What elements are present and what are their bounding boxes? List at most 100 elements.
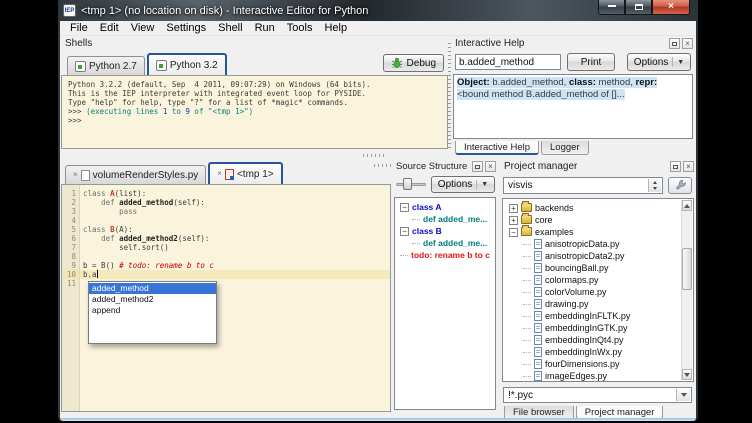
tab-close-icon[interactable]: × <box>73 171 78 179</box>
maximize-button[interactable] <box>625 0 652 15</box>
scrollbar-thumb[interactable] <box>682 248 692 290</box>
tree-expand-icon[interactable]: + <box>509 216 518 225</box>
code-line[interactable]: 8 <box>62 252 390 261</box>
code-line[interactable]: 6 def added_method2(self): <box>62 234 390 243</box>
close-button[interactable]: × <box>652 0 690 15</box>
code-line[interactable]: 1class A(list): <box>62 189 390 198</box>
editor-tab-volumerenderstyles-py[interactable]: ×volumeRenderStyles.py <box>65 165 206 184</box>
slider-handle[interactable] <box>403 178 412 190</box>
tree-collapse-icon[interactable]: − <box>400 227 409 236</box>
folder-row[interactable]: +core <box>503 214 693 226</box>
minimize-button[interactable] <box>598 0 625 15</box>
chevron-down-icon[interactable] <box>676 389 690 401</box>
close-panel-icon[interactable]: × <box>683 161 694 172</box>
float-panel-icon[interactable] <box>670 161 681 172</box>
editor-tab--tmp-1-[interactable]: ×<tmp 1> <box>208 162 282 184</box>
tab-logger[interactable]: Logger <box>541 141 589 155</box>
structure-item[interactable]: −class A <box>395 201 495 213</box>
source-structure-tree[interactable]: −class Adef added_me...−class Bdef added… <box>394 197 496 410</box>
project-config-button[interactable] <box>668 177 692 194</box>
project-selector-combo[interactable]: visvis <box>503 177 663 194</box>
file-row[interactable]: embeddingInGTK.py <box>503 322 693 334</box>
shell-tab-python-2-7[interactable]: Python 2.7 <box>67 56 145 75</box>
menu-item-edit[interactable]: Edit <box>94 22 125 34</box>
scroll-up-icon[interactable] <box>682 200 692 211</box>
close-panel-icon[interactable]: × <box>485 161 496 172</box>
menu-item-help[interactable]: Help <box>318 22 353 34</box>
print-button[interactable]: Print <box>567 53 615 71</box>
scroll-down-icon[interactable] <box>682 369 692 380</box>
code-line[interactable]: 4 <box>62 216 390 225</box>
structure-item[interactable]: todo: rename b to c <box>395 249 495 261</box>
code-line[interactable]: 10b.a <box>62 270 390 279</box>
text-segment: >>> <box>68 107 86 116</box>
file-label: embeddingInFLTK.py <box>545 311 630 321</box>
autocomplete-item[interactable]: added_method2 <box>89 294 216 305</box>
source-structure-caption: Source Structure × <box>392 160 498 173</box>
code-text: def added_method(self): <box>80 198 205 207</box>
float-panel-icon[interactable] <box>669 38 680 49</box>
autocomplete-item[interactable]: append <box>89 305 216 316</box>
file-row[interactable]: drawing.py <box>503 298 693 310</box>
help-query-input[interactable] <box>455 54 561 70</box>
project-file-tree[interactable]: +backends+core−examplesanisotropicData.p… <box>502 198 694 382</box>
close-panel-icon[interactable]: × <box>682 38 693 49</box>
structure-depth-slider[interactable] <box>396 177 426 191</box>
file-row[interactable]: anisotropicData2.py <box>503 250 693 262</box>
folder-row[interactable]: +backends <box>503 202 693 214</box>
help-options-button[interactable]: Options ▼ <box>627 53 691 71</box>
code-lines: 1class A(list):2 def added_method(self):… <box>62 185 390 288</box>
file-row[interactable]: colormaps.py <box>503 274 693 286</box>
debug-button[interactable]: Debug <box>383 54 444 72</box>
file-label: embeddingInGTK.py <box>545 323 628 333</box>
spinner-icon[interactable] <box>648 179 661 192</box>
menu-item-shell[interactable]: Shell <box>212 22 248 34</box>
file-row[interactable]: fourDimensions.py <box>503 358 693 370</box>
structure-item[interactable]: def added_me... <box>395 237 495 249</box>
tree-collapse-icon[interactable]: − <box>509 228 518 237</box>
menu-item-file[interactable]: File <box>64 22 94 34</box>
tree-connector <box>523 352 531 353</box>
menu-item-view[interactable]: View <box>125 22 161 34</box>
structure-options-button[interactable]: Options ▼ <box>431 176 495 193</box>
code-line[interactable]: 3 pass <box>62 207 390 216</box>
text-segment: added_method2 <box>119 234 178 243</box>
folder-row[interactable]: −examples <box>503 226 693 238</box>
file-row[interactable]: embeddingInWx.py <box>503 346 693 358</box>
file-row[interactable]: bouncingBall.py <box>503 262 693 274</box>
file-row[interactable]: colorVolume.py <box>503 286 693 298</box>
file-row[interactable]: embeddingInQt4.py <box>503 334 693 346</box>
menu-item-tools[interactable]: Tools <box>281 22 319 34</box>
structure-item[interactable]: −class B <box>395 225 495 237</box>
text-segment <box>83 234 101 243</box>
tab-interactive-help[interactable]: Interactive Help <box>455 141 539 155</box>
tree-scrollbar[interactable] <box>681 200 692 380</box>
menu-item-settings[interactable]: Settings <box>160 22 212 34</box>
shell-tab-python-3-2[interactable]: Python 3.2 <box>147 53 227 75</box>
horizontal-splitter-handle[interactable] <box>363 154 387 157</box>
float-panel-icon[interactable] <box>472 161 483 172</box>
tree-expand-icon[interactable]: + <box>509 204 518 213</box>
file-filter-value: !*.pyc <box>508 390 533 401</box>
file-filter-combo[interactable]: !*.pyc <box>503 387 692 403</box>
autocomplete-item[interactable]: added_method <box>89 283 216 294</box>
editor-splitter-handle[interactable] <box>374 164 392 167</box>
structure-item[interactable]: def added_me... <box>395 213 495 225</box>
code-line[interactable]: 7 self.sort() <box>62 243 390 252</box>
project-selector-value: visvis <box>508 180 532 191</box>
tree-collapse-icon[interactable]: − <box>400 203 409 212</box>
help-bottom-tab-bar: Interactive HelpLogger <box>455 140 591 155</box>
code-line[interactable]: 5class B(A): <box>62 225 390 234</box>
window-bottom-border <box>60 418 696 421</box>
shell-output-line: This is the IEP interpreter with integra… <box>68 89 441 98</box>
menu-item-run[interactable]: Run <box>249 22 281 34</box>
help-content-box[interactable]: Object: b.added_method, class: method, r… <box>453 74 693 139</box>
autocomplete-popup: added_methodadded_method2append <box>88 281 217 344</box>
code-line[interactable]: 2 def added_method(self): <box>62 198 390 207</box>
file-row[interactable]: anisotropicData.py <box>503 238 693 250</box>
tab-close-icon[interactable]: × <box>217 170 222 178</box>
file-row[interactable]: embeddingInFLTK.py <box>503 310 693 322</box>
code-line[interactable]: 9b = B() # todo: rename b to c <box>62 261 390 270</box>
file-row[interactable]: imageEdges.py <box>503 370 693 382</box>
shell-output[interactable]: Python 3.2.2 (default, Sep 4 2011, 09:07… <box>61 75 448 149</box>
